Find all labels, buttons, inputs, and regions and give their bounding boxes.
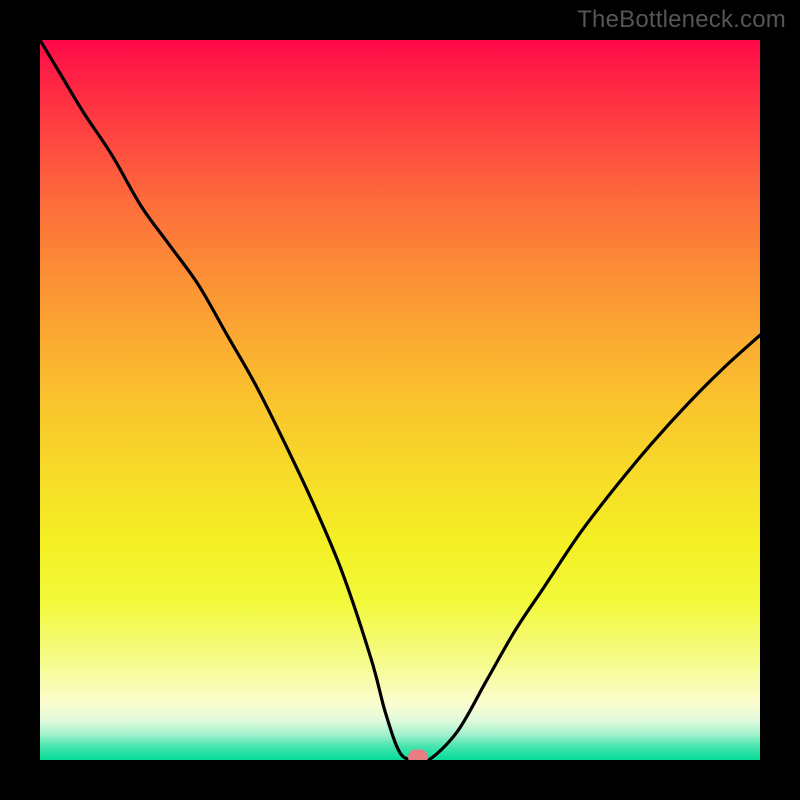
plot-area bbox=[40, 40, 760, 760]
watermark-text: TheBottleneck.com bbox=[577, 6, 786, 34]
optimal-point-marker bbox=[408, 750, 428, 761]
bottleneck-curve bbox=[40, 40, 760, 760]
chart-frame: TheBottleneck.com bbox=[0, 0, 800, 800]
